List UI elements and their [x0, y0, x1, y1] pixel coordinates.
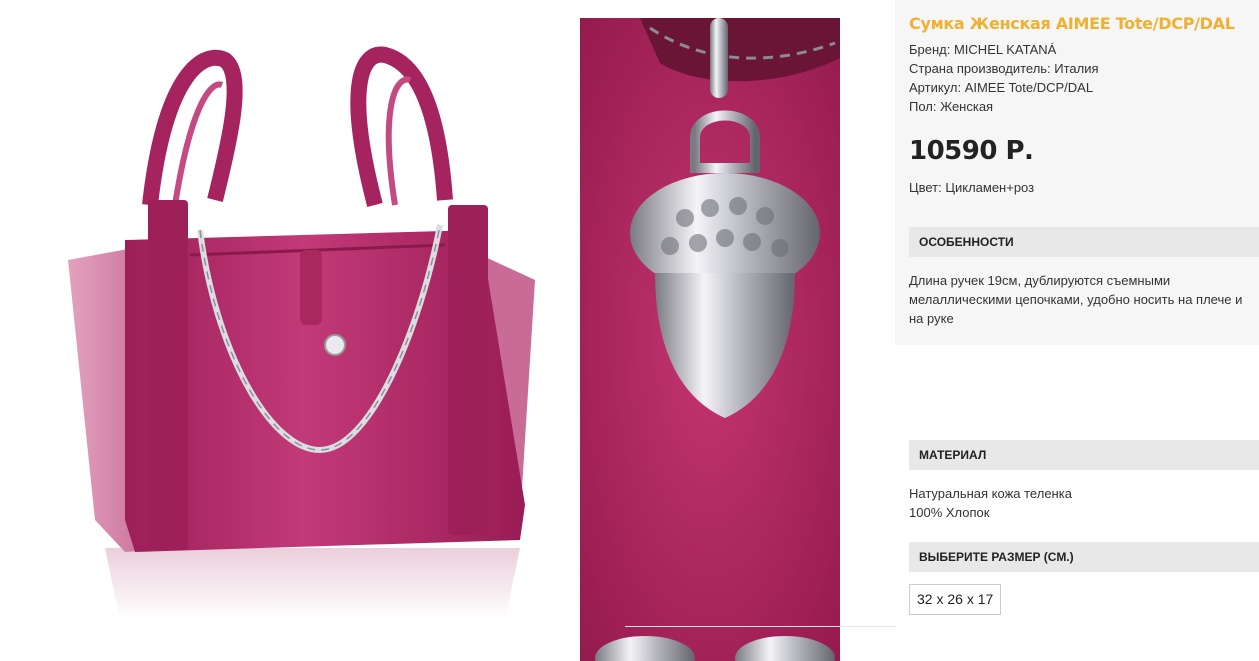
material-heading: МАТЕРИАЛ [909, 440, 1259, 470]
material-line: 100% Хлопок [909, 505, 990, 520]
features-line: мелаллическими цепочками, удобно носить … [909, 292, 1243, 307]
size-option-button[interactable]: 32 x 26 x 17 [909, 584, 1002, 615]
product-main-photo[interactable] [0, 0, 580, 625]
product-title: Сумка Женская AIMEE Tote/DCP/DAL [909, 14, 1235, 33]
product-detail-photo[interactable] [580, 18, 840, 661]
country-text: Страна производитель: Италия [909, 61, 1099, 76]
gender-text: Пол: Женская [909, 99, 994, 114]
product-info-panel: Сумка Женская AIMEE Tote/DCP/DAL Бренд: … [895, 0, 1259, 661]
article-text: Артикул: AIMEE Tote/DCP/DAL [909, 80, 1094, 95]
features-text: Длина ручек 19см, дублируются съемными м… [909, 271, 1249, 328]
product-meta: Бренд: MICHEL KATANÁ Страна производител… [909, 40, 1099, 116]
brand-text: Бренд: MICHEL KATANÁ [909, 42, 1057, 57]
product-color: Цвет: Цикламен+роз [909, 180, 1035, 195]
features-heading: ОСОБЕННОСТИ [909, 227, 1259, 257]
acorn-charm-image [580, 18, 840, 661]
material-line: Натуральная кожа теленка [909, 486, 1072, 501]
features-line: Длина ручек 19см, дублируются съемными [909, 273, 1171, 288]
handbag-image [68, 46, 535, 620]
material-text: Натуральная кожа теленка 100% Хлопок [909, 484, 1249, 522]
product-price: 10590 Р. [909, 136, 1034, 166]
features-line: на руке [909, 311, 954, 326]
size-heading: ВЫБЕРИТЕ РАЗМЕР (СМ.) [909, 542, 1259, 572]
